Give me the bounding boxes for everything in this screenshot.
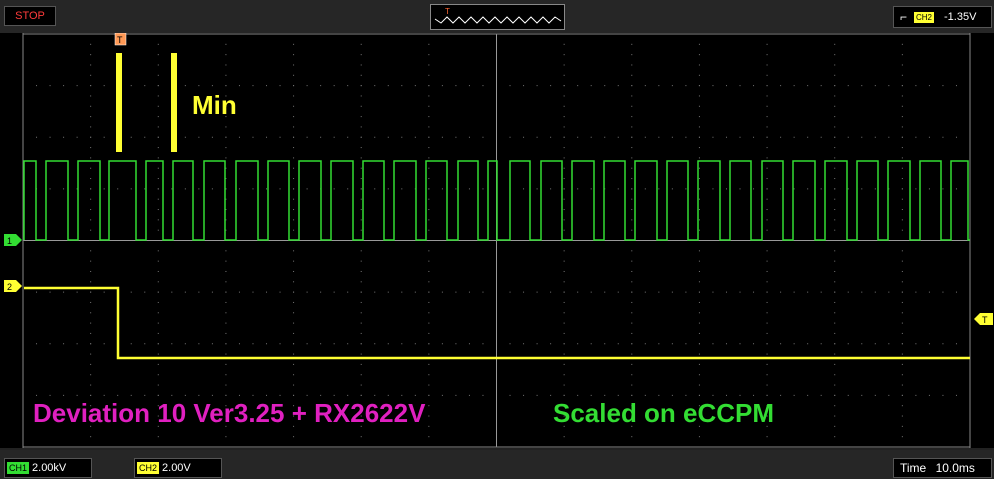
min-cursor-bar-left [116,53,122,152]
min-cursor-bar-right [171,53,177,152]
timebase-value: 10.0ms [935,461,975,475]
falling-edge-icon: ⌐ [900,10,908,24]
caption-left: Deviation 10 Ver3.25 + RX2622V [33,398,426,428]
bottom-toolbar: CH1 2.00kV CH2 2.00V Time 10.0ms [0,450,994,479]
trigger-info[interactable]: ⌐ CH2 -1.35V [893,6,992,28]
ch1-tag: CH1 [7,462,30,475]
ch2-scale: 2.00V [162,462,191,474]
top-toolbar: STOP T ⌐ CH2 -1.35V [0,0,994,33]
overview-waveform-icon: T [434,7,562,24]
trigger-level: -1.35V [944,11,977,23]
ch1-scale: 2.00kV [32,462,67,474]
overview-trigger-marker: T [445,7,450,16]
trigger-level-marker[interactable]: T [974,313,993,325]
ch1-ground-marker[interactable]: 1 [4,234,22,246]
trigger-position-label: T [117,35,123,45]
ch1-waveform [23,160,970,241]
caption-right: Scaled on eCCPM [553,398,774,428]
timebase-label: Time [900,461,927,475]
run-stop-status[interactable]: STOP [4,6,56,26]
ch2-tag: CH2 [137,462,160,475]
timebase-box[interactable]: Time 10.0ms [893,458,992,478]
waveform-display[interactable]: Min T 1 2 T Deviation 10 Ver3.25 + RX262… [0,32,994,448]
ch1-marker-label: 1 [7,236,12,246]
trigger-position-marker[interactable]: T [114,32,127,46]
ch2-scale-box[interactable]: CH2 2.00V [134,458,222,478]
scope-canvas: Min T 1 2 T Deviation 10 Ver3.25 + RX262… [4,32,993,448]
ch2-marker-label: 2 [7,282,12,292]
trigger-source: CH2 [914,12,935,23]
min-label: Min [192,90,237,120]
ch2-ground-marker[interactable]: 2 [4,280,22,292]
trigger-level-label: T [982,315,988,325]
waveform-overview[interactable]: T [430,4,565,30]
ch1-scale-box[interactable]: CH1 2.00kV [4,458,92,478]
